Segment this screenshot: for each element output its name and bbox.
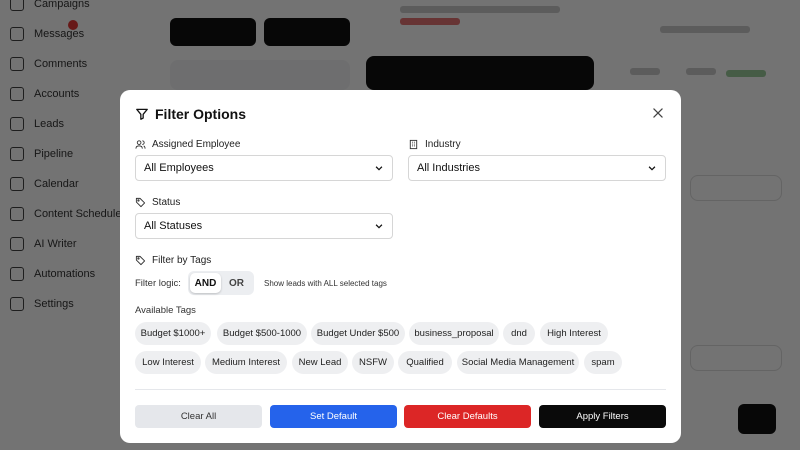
filter-logic-label: Filter logic: <box>135 278 181 289</box>
industry-value: All Industries <box>417 162 480 174</box>
tag-chip[interactable]: Budget $500-1000 <box>217 322 307 345</box>
industry-text: Industry <box>425 139 461 150</box>
filter-icon <box>136 108 148 120</box>
chevron-down-icon <box>375 166 383 171</box>
filter-by-tags-label: Filter by Tags <box>135 255 211 266</box>
building-icon <box>409 139 418 150</box>
tag-chip[interactable]: business_proposal <box>409 322 499 345</box>
tag-chip[interactable]: Social Media Management <box>457 351 579 374</box>
tag-chip[interactable]: High Interest <box>540 322 608 345</box>
tag-chip[interactable]: New Lead <box>292 351 348 374</box>
clear-all-button[interactable]: Clear All <box>135 405 262 428</box>
logic-and-button[interactable]: AND <box>190 273 221 293</box>
assigned-employee-label: Assigned Employee <box>135 139 240 150</box>
tag-chip[interactable]: Budget $1000+ <box>135 322 211 345</box>
logic-or-button[interactable]: OR <box>221 273 252 293</box>
tag-chip[interactable]: Medium Interest <box>205 351 287 374</box>
tag-chip[interactable]: Low Interest <box>135 351 201 374</box>
industry-label: Industry <box>408 139 461 150</box>
filter-logic-description: Show leads with ALL selected tags <box>264 279 387 288</box>
status-text: Status <box>152 197 181 208</box>
assigned-employee-text: Assigned Employee <box>152 139 241 150</box>
assigned-employee-value: All Employees <box>144 162 214 174</box>
close-icon[interactable] <box>651 106 665 120</box>
tag-chip[interactable]: Qualified <box>398 351 452 374</box>
footer-divider <box>135 389 666 390</box>
apply-filters-button[interactable]: Apply Filters <box>539 405 666 428</box>
clear-defaults-button[interactable]: Clear Defaults <box>404 405 531 428</box>
chevron-down-icon <box>648 166 656 171</box>
set-default-button[interactable]: Set Default <box>270 405 397 428</box>
tag-chip[interactable]: spam <box>584 351 622 374</box>
industry-select[interactable]: All Industries <box>408 155 666 181</box>
filter-by-tags-text: Filter by Tags <box>152 255 212 266</box>
users-icon <box>135 140 146 149</box>
chevron-down-icon <box>375 224 383 229</box>
tag-chip[interactable]: NSFW <box>352 351 394 374</box>
tag-icon <box>135 197 146 208</box>
status-value: All Statuses <box>144 220 203 232</box>
modal-header: Filter Options <box>135 106 246 122</box>
available-tags-label: Available Tags <box>135 305 196 316</box>
tag-icon <box>135 255 146 266</box>
filter-options-modal: Filter Options Assigned Employee All Emp… <box>120 90 681 443</box>
status-label: Status <box>135 197 180 208</box>
filter-logic-toggle: AND OR <box>188 271 254 295</box>
assigned-employee-select[interactable]: All Employees <box>135 155 393 181</box>
tag-chip[interactable]: dnd <box>503 322 535 345</box>
tag-chip[interactable]: Budget Under $500 <box>311 322 405 345</box>
status-select[interactable]: All Statuses <box>135 213 393 239</box>
modal-title: Filter Options <box>155 106 246 122</box>
